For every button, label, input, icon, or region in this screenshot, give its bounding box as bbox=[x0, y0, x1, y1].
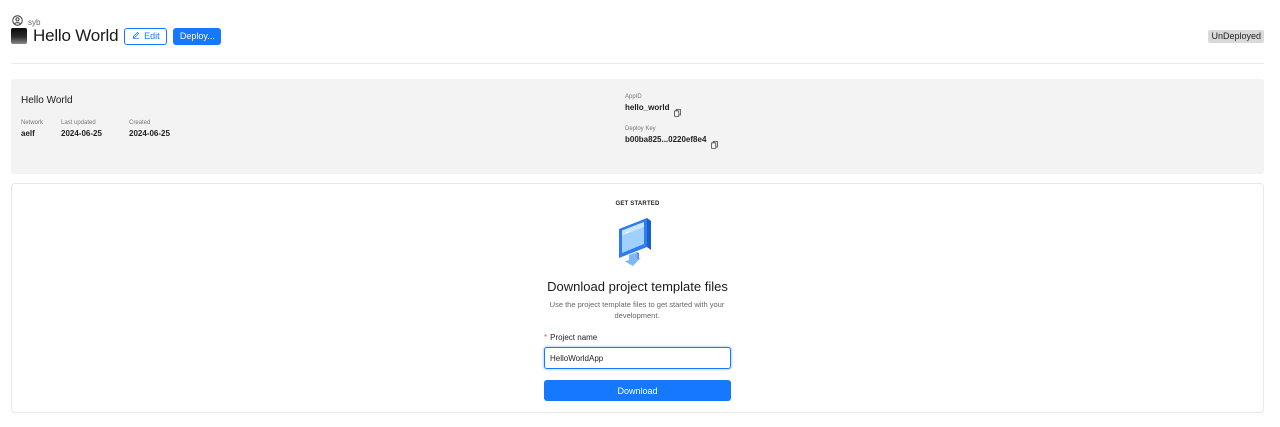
copy-app-id-icon[interactable] bbox=[674, 104, 682, 117]
header-divider bbox=[11, 63, 1264, 64]
meta-network: Network aelf bbox=[21, 120, 43, 138]
deploy-key-label: Deploy Key bbox=[625, 126, 656, 132]
status-badge: UnDeployed bbox=[1208, 30, 1264, 43]
meta-last-updated: Last updated 2024-06-25 bbox=[61, 120, 102, 138]
edit-button[interactable]: Edit bbox=[124, 27, 168, 45]
project-name-input[interactable] bbox=[544, 347, 731, 369]
download-button[interactable]: Download bbox=[544, 380, 731, 401]
app-id-value: hello_world bbox=[625, 103, 670, 112]
app-info-panel: Hello World Network aelf Last updated 20… bbox=[11, 79, 1264, 174]
last-updated-label: Last updated bbox=[61, 120, 96, 126]
info-title: Hello World bbox=[21, 95, 73, 106]
edit-button-label: Edit bbox=[144, 31, 160, 41]
app-id-block: AppID hello_world bbox=[625, 94, 682, 117]
app-header: Hello World Edit Deploy... bbox=[11, 26, 222, 46]
created-value: 2024-06-25 bbox=[129, 129, 170, 138]
monitor-download-icon bbox=[616, 215, 658, 267]
download-title: Download project template files bbox=[547, 279, 728, 294]
app-id-label: AppID bbox=[625, 94, 642, 100]
page-title: Hello World bbox=[33, 26, 119, 45]
get-started-panel: GET STARTED Download project template fi… bbox=[11, 183, 1264, 413]
project-name-label-row: * Project name bbox=[544, 333, 597, 342]
last-updated-value: 2024-06-25 bbox=[61, 129, 102, 138]
deploy-key-value: b00ba825...0220ef8e4 bbox=[625, 135, 707, 144]
required-marker: * bbox=[544, 333, 548, 342]
download-description: Use the project template files to get st… bbox=[549, 300, 725, 320]
created-label: Created bbox=[129, 120, 151, 126]
edit-pencil-icon bbox=[132, 31, 140, 41]
copy-deploy-key-icon[interactable] bbox=[711, 136, 719, 149]
deploy-key-block: Deploy Key b00ba825...0220ef8e4 bbox=[625, 126, 719, 149]
app-thumbnail bbox=[11, 28, 27, 44]
network-value: aelf bbox=[21, 129, 35, 138]
project-name-label: Project name bbox=[550, 333, 598, 342]
network-label: Network bbox=[21, 120, 44, 126]
deploy-button[interactable]: Deploy... bbox=[173, 27, 222, 45]
get-started-heading: GET STARTED bbox=[615, 201, 660, 207]
meta-created: Created 2024-06-25 bbox=[129, 120, 170, 138]
